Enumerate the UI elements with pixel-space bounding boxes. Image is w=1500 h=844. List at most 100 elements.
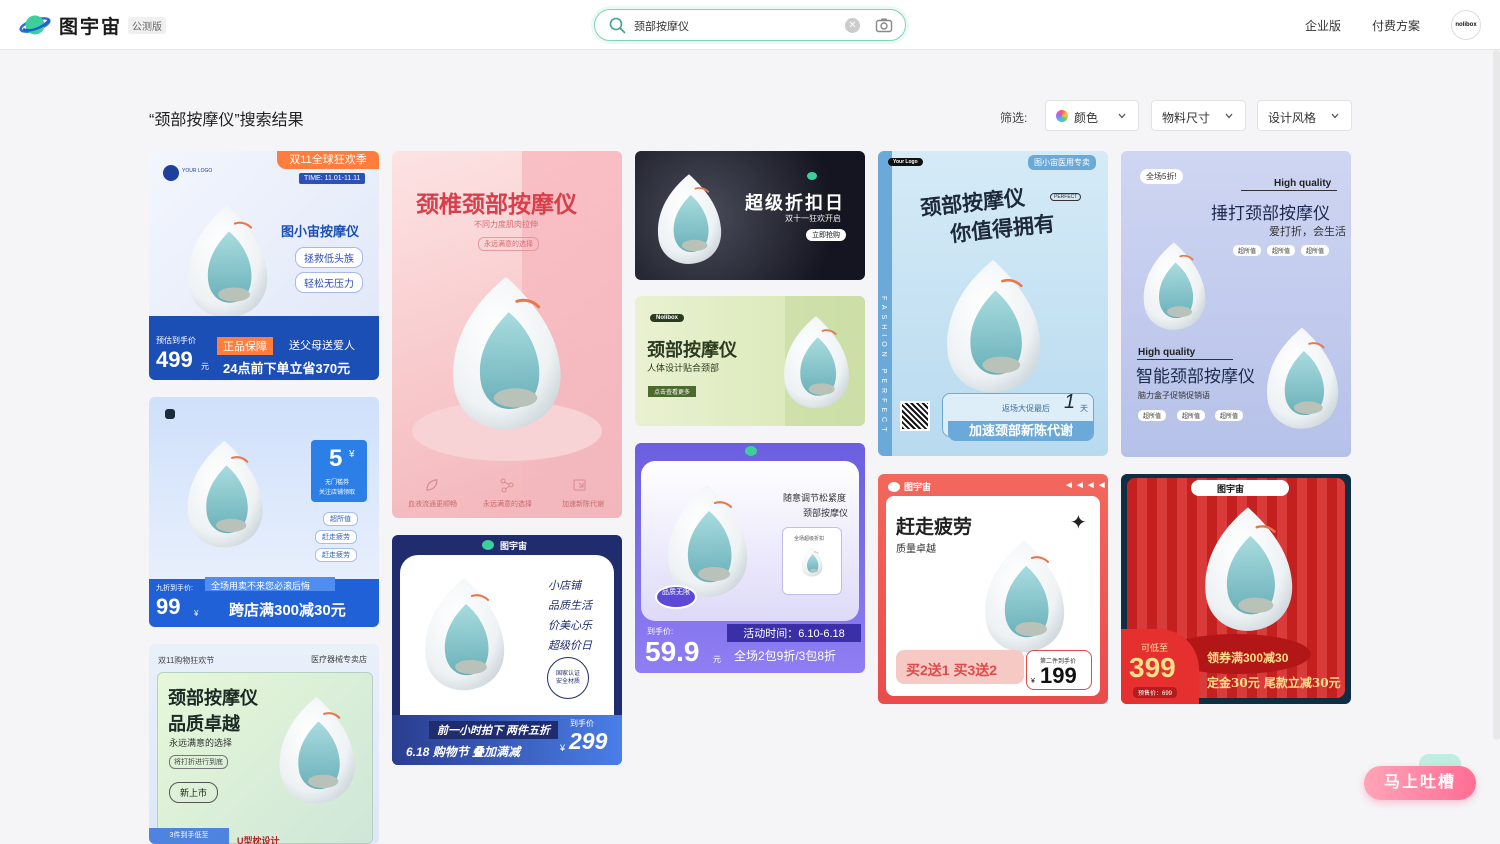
style-filter-dropdown[interactable]: 设计风格 — [1257, 100, 1352, 131]
planet-logo-icon[interactable] — [18, 11, 52, 39]
neck-massager-image — [414, 571, 514, 697]
neck-massager-image — [438, 269, 574, 437]
template-card-8[interactable]: 图宇宙 小店铺 品质生活 价美心乐 超级价日 国家认证 安全材质 前一小时拍下 … — [392, 535, 622, 765]
price-unit: ¥ — [1031, 678, 1035, 685]
neck-massager-image — [934, 251, 1052, 401]
price-unit: 元 — [201, 362, 209, 371]
sparkle-icon: ✦ — [1070, 512, 1087, 534]
results-title: “颈部按摩仪”搜索结果 — [149, 112, 304, 129]
brand-logo-icon — [165, 409, 175, 419]
promo-title: 超级折扣日 — [745, 193, 845, 213]
chevron-down-icon — [1331, 113, 1339, 119]
coupon-desc: 无门槛券 — [325, 480, 350, 486]
feature-text: 随意调节松紧度 — [783, 493, 847, 503]
camera-search-icon[interactable] — [875, 16, 893, 34]
coupon-value: 5 — [329, 445, 343, 472]
template-card-3[interactable]: 超级折扣日 双十一狂欢开启 立即抢购 — [635, 151, 865, 280]
event-label: 双11购物狂欢节 — [158, 656, 215, 665]
style-filter-label: 设计风格 — [1268, 111, 1317, 125]
template-card-10[interactable]: 图宇宙 ◄◄◄◄ 赶走疲劳 质量卓越 ✦ 买2送1 买3送2 第二件到手价 19… — [878, 474, 1108, 704]
promo-text: 24点前下单立省370元 — [223, 361, 351, 376]
price-unit: ¥ — [560, 743, 566, 753]
template-card-12[interactable]: 双11购物狂欢节 医疗器械专卖店 颈部按摩仪 品质卓越 永远满意的选择 将打折进… — [149, 644, 379, 844]
coupon-symbol: ¥ — [349, 449, 355, 460]
molecule-icon — [500, 478, 514, 493]
days-count: 1 — [1064, 391, 1076, 413]
slogan-line: 超级价日 — [548, 640, 592, 652]
arrow-decor-icon: ◄◄◄◄ — [1064, 480, 1108, 491]
product-title: 品质卓越 — [168, 714, 240, 734]
size-filter-dropdown[interactable]: 物料尺寸 — [1151, 100, 1246, 131]
deal-text: 买2送1 买3送2 — [906, 662, 998, 678]
nav-enterprise-link[interactable]: 企业版 — [1305, 17, 1341, 34]
neck-massager-image — [177, 435, 272, 553]
neck-massager-image — [649, 169, 729, 269]
event-time: TIME: 11.01-11.11 — [299, 173, 366, 184]
product-title: 颈部按摩仪 — [168, 688, 258, 708]
product-sub: 不同力度肌肉拉伸 — [474, 220, 538, 229]
product-title: 颈椎颈部按摩仪 — [416, 191, 577, 218]
promo-strip: 前一小时拍下 两件五折 — [429, 721, 559, 739]
top-header: 图宇宙 公测版 颈部按摩仪 ✕ 企业版 付费方案 nolibox — [0, 0, 1500, 50]
feature-tag: 超所值 — [1177, 410, 1206, 421]
page-scrollbar[interactable] — [1493, 50, 1500, 740]
bottom-label: U型枕设计 — [237, 836, 280, 844]
brand-name: 图宇宙 — [500, 541, 528, 551]
quality-label: High quality — [1138, 347, 1196, 358]
brand-logo-icon — [482, 540, 494, 550]
coupon-text: 领券满300减30 — [1207, 651, 1289, 665]
feature-tag: 超所值 — [1301, 245, 1330, 256]
feedback-button[interactable]: 马上吐槽 — [1364, 766, 1476, 800]
search-input[interactable]: 颈部按摩仪 — [634, 18, 689, 34]
template-card-11[interactable]: 图宇宙 可低至 399 预售价：699 领券满300减30 定金30元 尾款立减… — [1121, 474, 1351, 704]
neck-massager-image — [1193, 500, 1303, 638]
feature-tag: 超所值 — [1215, 410, 1244, 421]
price-value: 199 — [1040, 663, 1077, 688]
neck-massager-image — [1257, 321, 1347, 435]
product-title: 颈部按摩仪 — [647, 340, 737, 360]
feature-tag: 拯救低头族 — [295, 247, 363, 268]
filter-label: 筛选: — [1000, 111, 1028, 125]
slogan-text: 全场用卖不来您必滚后悔 — [211, 581, 311, 591]
logo-badge: Your Logo — [888, 158, 923, 166]
beta-badge: 公测版 — [128, 17, 166, 34]
neck-massager-image — [775, 310, 857, 414]
template-card-2[interactable]: 颈椎颈部按摩仪 不同力度肌肉拉伸 永远满意的选择 血液流通更顺畅 永远满意的选择… — [392, 151, 622, 518]
clear-search-icon[interactable]: ✕ — [845, 18, 860, 33]
color-filter-dropdown[interactable]: 颜色 — [1045, 100, 1139, 131]
neck-massager-image — [974, 534, 1074, 658]
template-card-5[interactable]: FASHION PERFECT Your Logo 图小宙医用专卖 颈部按摩仪 … — [878, 151, 1108, 456]
view-more-button: 点击查看更多 — [648, 386, 697, 397]
price-value: 99 — [156, 594, 181, 619]
template-card-6[interactable]: 全场5折! High quality 捶打颈部按摩仪 爱打折，会生活 超所值 超… — [1121, 151, 1351, 457]
feature-caption: 加速新陈代谢 — [562, 501, 604, 508]
feature-tag: 赶走疲劳 — [315, 548, 357, 562]
certification-seal: 国家认证 安全材质 — [547, 657, 589, 699]
price-value: 499 — [156, 347, 193, 372]
price-value: 299 — [569, 728, 608, 754]
quality-label: High quality — [1274, 178, 1332, 189]
template-card-4[interactable]: Nolibox 颈部按摩仪 人体设计贴合颈部 点击查看更多 — [635, 296, 865, 426]
brand-name[interactable]: 图宇宙 — [59, 12, 122, 39]
template-card-7[interactable]: 5 ¥ 无门槛券 关注店铺领取 超所值 赶走疲劳 赶走疲劳 全场用卖不来您必滚后… — [149, 397, 379, 627]
price-value: 399 — [1129, 652, 1176, 683]
neck-massager-image — [177, 199, 277, 324]
user-avatar[interactable]: nolibox — [1451, 10, 1481, 40]
feature-caption: 永远满意的选择 — [483, 501, 532, 508]
gift-text: 送父母送爱人 — [289, 340, 355, 352]
nav-pricing-link[interactable]: 付费方案 — [1372, 17, 1420, 34]
template-card-1[interactable]: YOUR LOGO 双11全球狂欢季 TIME: 11.01-11.11 图小宙… — [149, 151, 379, 380]
brand-logo-icon — [745, 446, 757, 456]
price-label: 九折到手价: — [156, 585, 193, 592]
product-title: 智能颈部按摩仪 — [1136, 367, 1255, 386]
feature-tag: 轻松无压力 — [295, 272, 363, 293]
feature-text: 颈部按摩仪 — [803, 508, 849, 518]
search-bar[interactable]: 颈部按摩仪 ✕ — [594, 9, 906, 41]
feature-tag: 赶走疲劳 — [315, 530, 357, 544]
template-card-9[interactable]: 随意调节松紧度 颈部按摩仪 全场超级折扣 品质无限 到手价: 59.9 元 活动… — [635, 443, 865, 673]
product-sub: 爱打折，会生活 — [1269, 226, 1346, 238]
store-label: 医疗器械专卖店 — [311, 655, 367, 664]
color-filter-label: 颜色 — [1074, 111, 1099, 125]
days-unit: 天 — [1080, 404, 1088, 413]
color-wheel-icon — [1056, 110, 1068, 122]
